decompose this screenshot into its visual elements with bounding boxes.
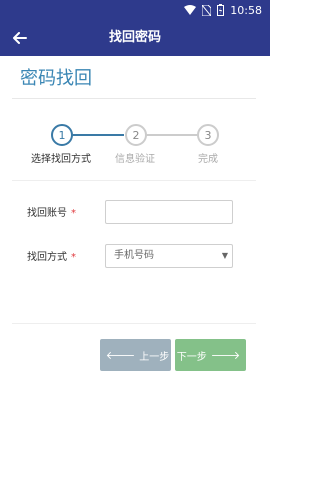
arrow-left-icon: 🡐 (105, 349, 136, 362)
app-bar: 找回密码 (0, 20, 270, 56)
required-mark: * (71, 252, 76, 263)
title-divider (12, 98, 256, 99)
arrow-right-icon: 🡒 (210, 349, 241, 362)
form-divider (12, 323, 256, 324)
required-mark: * (71, 208, 76, 219)
status-time: 10:58 (230, 3, 262, 17)
next-step-label: 下一步 (176, 351, 207, 363)
dropdown-caret-icon: ▼ (221, 251, 228, 260)
battery-icon (217, 4, 225, 16)
account-input[interactable] (105, 200, 233, 224)
stepper: 1 2 3 选择找回方式 信息验证 完成 (0, 120, 270, 180)
wifi-icon (184, 5, 197, 15)
no-sim-icon (202, 4, 212, 16)
method-select[interactable]: 手机号码 ▼ (105, 244, 233, 268)
previous-step-label: 上一步 (139, 351, 170, 363)
app-bar-title: 找回密码 (108, 30, 161, 45)
step-connector-2 (146, 134, 198, 136)
method-select-value: 手机号码 (114, 250, 154, 261)
next-step-button[interactable]: 下一步 🡒 (175, 339, 246, 371)
step-2-circle: 2 (125, 124, 147, 146)
account-label: 找回账号 * (27, 208, 76, 219)
step-3-label: 完成 (198, 154, 218, 165)
step-1-circle: 1 (51, 124, 73, 146)
step-3-circle: 3 (197, 124, 219, 146)
page-title: 密码找回 (20, 68, 92, 89)
status-bar: 10:58 (0, 0, 270, 20)
method-label: 找回方式 * (27, 252, 76, 263)
previous-step-button[interactable]: 🡐 上一步 (100, 339, 171, 371)
stepper-divider (12, 180, 256, 181)
step-connector-1 (72, 134, 124, 136)
